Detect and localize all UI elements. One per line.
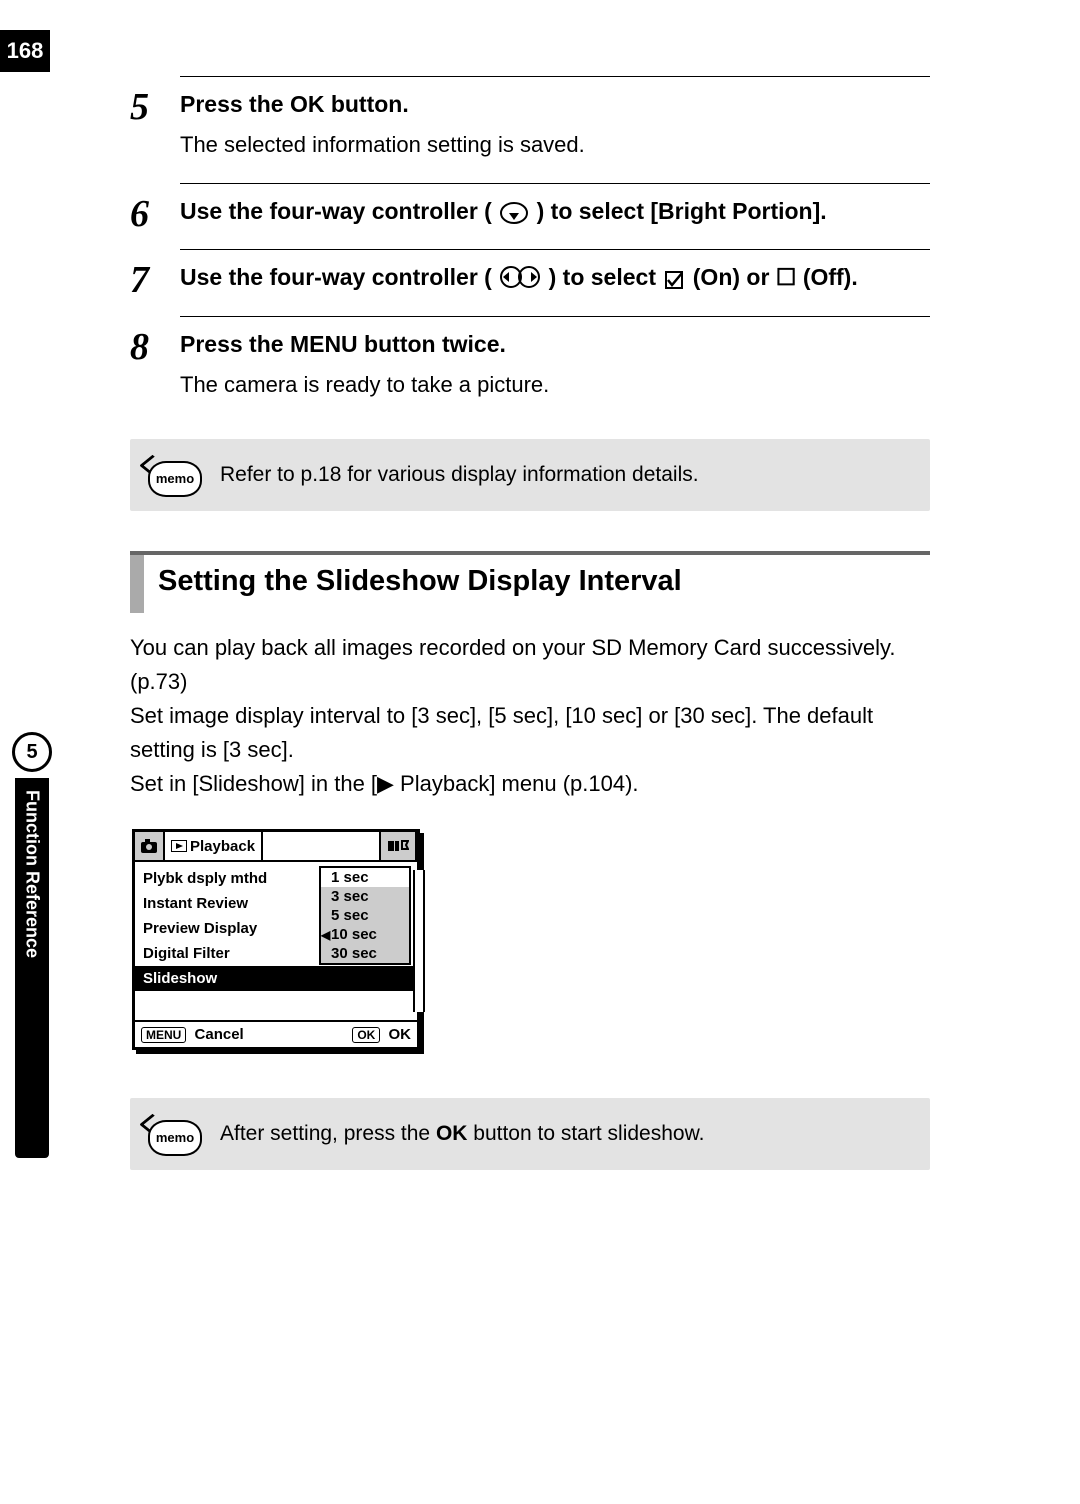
chapter-title-tab: Function Reference xyxy=(15,778,49,1158)
step-5: 5 Press the OK button. The selected info… xyxy=(130,87,930,169)
page-number: 168 xyxy=(0,30,50,72)
step-number: 7 xyxy=(130,260,180,302)
memo-text: After setting, press the OK button to st… xyxy=(220,1122,704,1145)
menu-key-icon: MENU xyxy=(141,1027,186,1043)
intro-line: Set image display interval to [3 sec], [… xyxy=(130,699,930,767)
step-title-text: Use the four-way controller ( xyxy=(180,264,492,290)
footer-cancel-label: Cancel xyxy=(195,1026,244,1043)
memo-text: Refer to p.18 for various display inform… xyxy=(220,463,699,486)
memo-note: memo After setting, press the OK button … xyxy=(130,1098,930,1170)
step-number: 5 xyxy=(130,87,180,129)
step-title-text: ) to select [Bright Portion]. xyxy=(537,198,827,224)
playback-tab: Playback xyxy=(165,832,263,860)
four-way-down-icon xyxy=(500,202,528,224)
tab-label: Playback xyxy=(190,838,255,855)
option-pointer: ◀ 10 sec xyxy=(321,925,409,944)
option: 1 sec xyxy=(321,868,409,887)
step-description: The camera is ready to take a picture. xyxy=(180,368,930,401)
option-label: 10 sec xyxy=(331,926,377,943)
menu-footer: MENU Cancel OK OK xyxy=(135,1020,417,1047)
divider xyxy=(180,76,930,77)
tab-spacer xyxy=(263,832,381,860)
menu-item-label: Slideshow xyxy=(143,968,217,989)
section-heading: Setting the Slideshow Display Interval xyxy=(130,551,930,613)
divider xyxy=(180,183,930,184)
intro-line: You can play back all images recorded on… xyxy=(130,631,930,699)
section-intro: You can play back all images recorded on… xyxy=(130,631,930,801)
heading-accent xyxy=(130,555,144,613)
option: 5 sec xyxy=(321,906,409,925)
ok-label: OK xyxy=(436,1122,468,1145)
checkbox-checked-icon xyxy=(664,270,684,290)
memo-icon: memo xyxy=(142,1112,202,1156)
memo-icon: memo xyxy=(142,453,202,497)
four-way-left-right-icon xyxy=(500,264,540,290)
menu-item-selected: Slideshow xyxy=(135,966,417,991)
step-title-text: (On) or ☐ (Off). xyxy=(693,264,858,290)
step-title: Press the MENU button twice. xyxy=(180,327,930,362)
divider xyxy=(180,249,930,250)
step-6: 6 Use the four-way controller ( ) to sel… xyxy=(130,194,930,236)
step-title-text: ) to select xyxy=(549,264,663,290)
memo-icon-label: memo xyxy=(148,1120,202,1156)
step-number: 8 xyxy=(130,327,180,369)
slideshow-interval-options: 1 sec 3 sec 5 sec ◀ 10 sec 30 sec xyxy=(319,866,411,965)
intro-line: Set in [Slideshow] in the [▶ Playback] m… xyxy=(130,767,930,801)
memo-note: memo Refer to p.18 for various display i… xyxy=(130,439,930,511)
step-title: Use the four-way controller ( ) to selec… xyxy=(180,194,930,229)
side-chapter-marker: 5 Function Reference xyxy=(12,732,52,1158)
settings-tab-icon xyxy=(381,832,417,860)
ok-key-icon: OK xyxy=(352,1027,380,1043)
left-arrow-icon: ◀ xyxy=(321,928,330,942)
menu-tab-bar: Playback xyxy=(135,832,417,862)
step-description: The selected information setting is save… xyxy=(180,128,930,161)
option: 3 sec xyxy=(321,887,409,906)
step-title: Use the four-way controller ( ) to selec… xyxy=(180,260,930,295)
memo-text-part: After setting, press the xyxy=(220,1122,436,1145)
menu-item-label: Instant Review xyxy=(143,893,248,914)
scrollbar-icon xyxy=(413,870,425,1012)
menu-body: Plybk dsply mthd Instant Review Preview … xyxy=(135,862,417,1020)
chapter-number-badge: 5 xyxy=(12,732,52,772)
memo-text-part: button to start slideshow. xyxy=(473,1122,704,1145)
step-number: 6 xyxy=(130,194,180,236)
footer-ok: OK OK xyxy=(352,1026,411,1043)
option: 30 sec xyxy=(321,944,409,963)
footer-ok-label: OK xyxy=(389,1026,412,1043)
menu-item-label: Digital Filter xyxy=(143,943,230,964)
memo-icon-label: memo xyxy=(148,461,202,497)
menu-item-empty xyxy=(143,991,409,1016)
step-title-text: Use the four-way controller ( xyxy=(180,198,492,224)
menu-item-label: Preview Display xyxy=(143,918,257,939)
footer-cancel: MENU Cancel xyxy=(141,1026,244,1043)
camera-playback-menu: Playback Plybk dsply mthd Instant Review xyxy=(132,829,420,1050)
step-title: Press the OK button. xyxy=(180,87,930,122)
step-8: 8 Press the MENU button twice. The camer… xyxy=(130,327,930,409)
step-7: 7 Use the four-way controller ( ) to sel… xyxy=(130,260,930,302)
camera-tab-icon xyxy=(135,832,165,860)
divider xyxy=(180,316,930,317)
section-title: Setting the Slideshow Display Interval xyxy=(158,565,682,599)
menu-item-label: Plybk dsply mthd xyxy=(143,868,267,889)
